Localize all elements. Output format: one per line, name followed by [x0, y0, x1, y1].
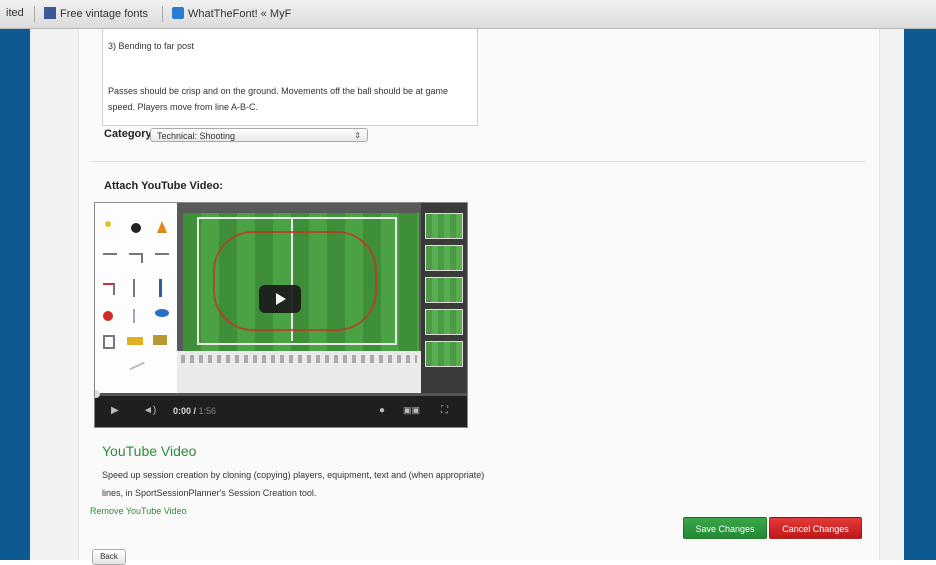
video-frame-tool-icon	[133, 279, 135, 297]
settings-icon[interactable]: ●	[379, 405, 385, 416]
video-frame-tool-icon	[103, 311, 113, 321]
time-current: 0:00	[173, 406, 192, 416]
category-label: Category:	[104, 128, 156, 140]
time-duration: 1:56	[198, 406, 217, 416]
youtube-logo-icon[interactable]: ▣▣	[403, 405, 420, 416]
bookmark-item-whatthefont[interactable]: WhatTheFont! « MyF	[172, 7, 291, 20]
bookmarks-bar: ited Free vintage fonts WhatTheFont! « M…	[0, 0, 936, 29]
fullscreen-icon[interactable]: ⛶	[441, 405, 448, 416]
bookmark-label: Free vintage fonts	[60, 8, 149, 20]
video-frame-tool-icon	[155, 309, 169, 317]
left-gutter	[30, 29, 78, 560]
left-background-band	[0, 29, 30, 560]
video-frame-tool-icon	[103, 253, 117, 261]
bookmark-item-vintage-fonts[interactable]: Free vintage fonts	[44, 7, 148, 20]
video-frame-tool-icon	[129, 361, 145, 371]
right-background-band	[904, 29, 936, 560]
video-frame-tool-icon	[103, 283, 115, 295]
volume-icon[interactable]: ◄)	[143, 405, 156, 416]
description-step-text: 3) Bending to far post	[108, 41, 195, 51]
description-paragraph: Passes should be crisp and on the ground…	[108, 86, 449, 112]
video-frame-thumbnail	[425, 277, 463, 303]
video-frame-tool-icon	[127, 337, 143, 345]
bookmark-label: WhatTheFont! « MyF	[188, 8, 292, 20]
attach-video-label: Attach YouTube Video:	[104, 180, 223, 192]
bookmark-item-partial[interactable]: ited	[6, 7, 24, 19]
youtube-video-title[interactable]: YouTube Video	[102, 443, 196, 459]
back-button[interactable]: Back	[92, 549, 126, 565]
video-frame-thumbnail	[425, 341, 463, 367]
youtube-video-description: Speed up session creation by cloning (co…	[102, 470, 485, 498]
video-frame-pitch	[183, 213, 419, 351]
video-frame-thumbnail	[425, 213, 463, 239]
progress-handle[interactable]	[95, 390, 100, 398]
bookmark-separator	[34, 6, 35, 22]
video-frame-thumbnail-strip	[421, 203, 467, 393]
video-frame-tool-icon	[129, 253, 143, 263]
play-icon[interactable]	[259, 285, 301, 313]
video-frame-tool-icon	[133, 309, 135, 323]
category-selected-value: Technical: Shooting	[157, 131, 236, 141]
video-frame-run-path	[213, 231, 377, 331]
video-frame-tool-icon	[155, 253, 169, 261]
cancel-changes-button[interactable]: Cancel Changes	[769, 517, 862, 539]
video-frame-tool-icon	[103, 335, 115, 349]
remove-youtube-video-link[interactable]: Remove YouTube Video	[90, 506, 187, 516]
category-select[interactable]: Technical: Shooting ⇕	[150, 128, 368, 142]
play-control-icon[interactable]: ▶	[111, 405, 119, 416]
section-divider	[90, 161, 866, 162]
video-controls-bar: ▶ ◄) 0:00 / 1:56 ● ▣▣ ⛶	[95, 390, 467, 427]
video-frame-cone-icon	[157, 221, 167, 233]
facebook-icon	[44, 7, 56, 19]
select-arrows-icon: ⇕	[354, 131, 361, 140]
video-frame-toolbar-icons	[181, 355, 417, 363]
session-description-box[interactable]: 3) Bending to far post Passes should be …	[102, 29, 478, 126]
video-frame-tool-palette	[95, 203, 178, 393]
video-frame-toolbar	[177, 351, 421, 393]
video-frame-ball-icon	[131, 223, 141, 233]
video-frame-tool-icon	[105, 221, 111, 227]
right-gutter	[878, 29, 904, 560]
youtube-video-player[interactable]: ▶ ◄) 0:00 / 1:56 ● ▣▣ ⛶	[94, 202, 468, 428]
video-time: 0:00 / 1:56	[173, 406, 217, 416]
video-frame-thumbnail	[425, 245, 463, 271]
bookmark-separator	[162, 6, 163, 22]
video-frame-tool-icon	[153, 335, 167, 345]
save-changes-button[interactable]: Save Changes	[683, 517, 767, 539]
video-progress-bar[interactable]	[95, 390, 467, 398]
video-frame-thumbnail	[425, 309, 463, 335]
video-frame-tool-icon	[159, 279, 162, 297]
whatthefont-icon	[172, 7, 184, 19]
